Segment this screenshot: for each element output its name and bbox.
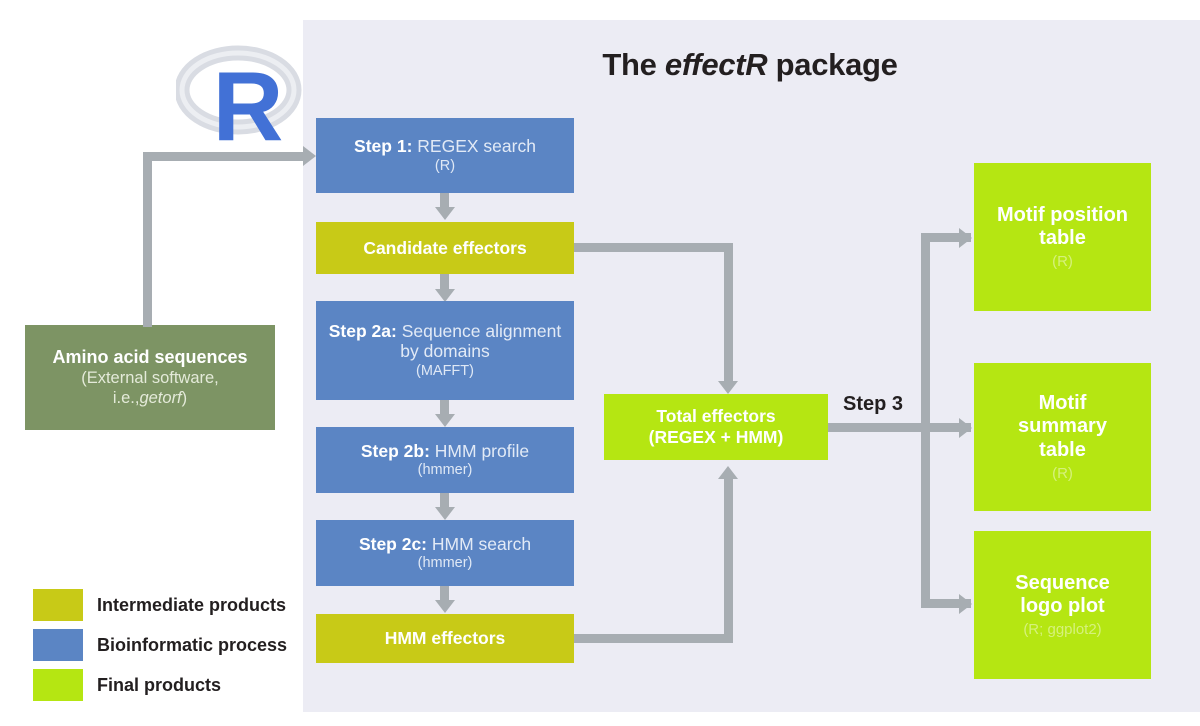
box-step2a: Step 2a: Sequence alignment by domains (…	[316, 301, 574, 400]
connector-total-to-branch	[828, 423, 930, 432]
legend-item-final: Final products	[33, 665, 298, 705]
connector-hmm-to-total-h	[574, 634, 733, 643]
connector-step1-to-candidate	[440, 193, 449, 209]
legend-swatch-final	[33, 669, 83, 701]
connector-branch-trunk	[921, 233, 930, 608]
legend-label-intermediate: Intermediate products	[97, 594, 287, 615]
box-step1: Step 1: REGEX search (R)	[316, 118, 574, 193]
box-candidate-effectors-label: Candidate effectors	[363, 237, 527, 258]
box-step2b-sub: (hmmer)	[417, 462, 473, 479]
input-box-amino-acid-sequences: Amino acid sequences (External software,…	[25, 325, 275, 430]
box-step1-light: REGEX search	[412, 136, 536, 157]
legend: Intermediate products Bioinformatic proc…	[33, 585, 298, 705]
connector-input-vertical	[143, 152, 152, 327]
input-box-sub-line1: (External software,	[81, 369, 219, 388]
box-step1-strong: Step 1:	[354, 136, 413, 157]
page-title: The effectR package	[400, 47, 1100, 83]
box-motif-position-table-line2: table	[1039, 227, 1086, 250]
step3-label: Step 3	[843, 393, 904, 415]
box-total-effectors: Total effectors (REGEX + HMM)	[604, 394, 828, 460]
arrowhead-branch-1	[959, 228, 972, 248]
box-motif-summary-table-line1: Motif	[1038, 391, 1087, 414]
legend-item-process: Bioinformatic process	[33, 625, 298, 665]
box-hmm-effectors-label: HMM effectors	[384, 628, 506, 649]
box-sequence-logo-plot-line1: Sequence	[1015, 571, 1110, 594]
r-logo: R	[174, 40, 306, 161]
box-step2b-light: HMM profile	[429, 440, 530, 461]
connector-hmm-to-total-v	[724, 478, 733, 643]
svg-text:R: R	[213, 51, 284, 155]
box-total-effectors-line2: (REGEX + HMM)	[648, 427, 784, 447]
box-step1-sub: (R)	[434, 157, 456, 174]
arrowhead-input-to-step1	[303, 146, 316, 166]
arrowhead-hmm-to-total	[718, 466, 738, 479]
title-suffix: package	[767, 47, 898, 82]
connector-step2a-to-step2b	[440, 400, 449, 416]
box-motif-position-table-line1: Motif position	[996, 203, 1129, 226]
connector-step2c-to-hmm	[440, 586, 449, 602]
box-step2b-strong: Step 2b:	[360, 440, 430, 461]
arrowhead-branch-3	[959, 594, 972, 614]
box-step2c-strong: Step 2c:	[358, 533, 428, 554]
box-step1-label: Step 1: REGEX search	[354, 136, 536, 157]
connector-candidate-to-total-v	[724, 243, 733, 383]
box-total-effectors-line1: Total effectors	[656, 406, 776, 427]
box-motif-position-table-sub: (R)	[1052, 252, 1073, 270]
box-step2a-label: Step 2a: Sequence alignment by domains	[322, 321, 568, 362]
box-step2b: Step 2b: HMM profile (hmmer)	[316, 427, 574, 493]
box-step2c-light: HMM search	[427, 533, 532, 554]
box-step2a-light: Sequence alignment by domains	[396, 320, 562, 362]
connector-step2b-to-step2c	[440, 493, 449, 509]
input-box-sub-italic: getorf	[139, 389, 182, 408]
box-motif-position-table: Motif position table (R)	[974, 163, 1151, 311]
legend-swatch-process	[33, 629, 83, 661]
box-sequence-logo-plot-sub: (R; ggplot2)	[1023, 620, 1102, 638]
input-box-sub-line2: i.e.,getorf)	[113, 389, 187, 408]
box-motif-summary-table-line3: table	[1039, 438, 1086, 461]
box-hmm-effectors: HMM effectors	[316, 614, 574, 663]
input-box-sub-suffix: )	[181, 389, 188, 408]
box-step2c: Step 2c: HMM search (hmmer)	[316, 520, 574, 586]
box-step2c-sub: (hmmer)	[417, 555, 473, 572]
input-box-title: Amino acid sequences	[52, 346, 248, 367]
legend-swatch-intermediate	[33, 589, 83, 621]
legend-item-intermediate: Intermediate products	[33, 585, 298, 625]
arrowhead-candidate-to-total	[718, 381, 738, 394]
box-step2c-label: Step 2c: HMM search	[359, 534, 531, 555]
legend-label-process: Bioinformatic process	[97, 634, 288, 655]
title-emphasis: effectR	[664, 47, 768, 82]
box-motif-summary-table-sub: (R)	[1052, 464, 1073, 482]
box-candidate-effectors: Candidate effectors	[316, 222, 574, 274]
box-step2a-sub: (MAFFT)	[416, 363, 474, 380]
diagram-canvas: The effectR package R Amino acid sequenc…	[0, 0, 1200, 726]
box-step2a-strong: Step 2a:	[328, 320, 397, 341]
connector-input-horizontal	[143, 152, 303, 161]
box-motif-summary-table-line2: summary	[1018, 415, 1107, 438]
box-step2b-label: Step 2b: HMM profile	[361, 441, 529, 462]
title-prefix: The	[602, 47, 665, 82]
box-sequence-logo-plot-line2: logo plot	[1020, 595, 1105, 618]
connector-candidate-to-step2a	[440, 274, 449, 291]
box-sequence-logo-plot: Sequence logo plot (R; ggplot2)	[974, 531, 1151, 679]
box-motif-summary-table: Motif summary table (R)	[974, 363, 1151, 511]
arrowhead-branch-2	[959, 418, 972, 438]
input-box-sub-prefix: i.e.,	[112, 389, 140, 408]
legend-label-final: Final products	[97, 674, 222, 695]
connector-candidate-to-total-h	[574, 243, 733, 252]
